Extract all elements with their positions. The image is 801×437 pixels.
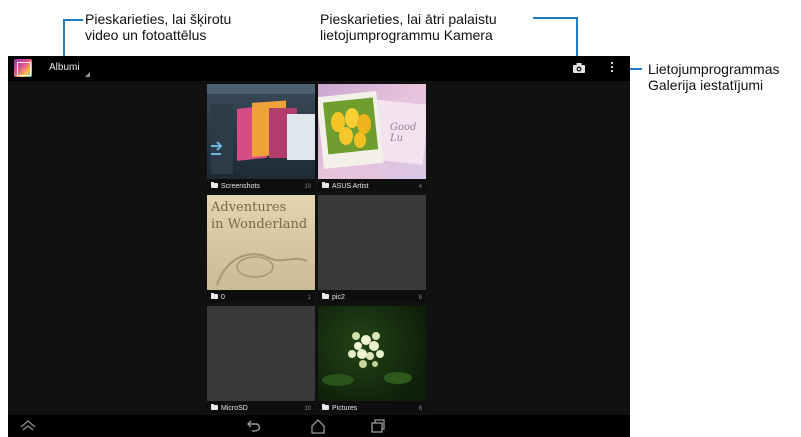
- callout-settings-text: Lietojumprogrammas Galerija iestatījumi: [648, 61, 780, 93]
- album-tile-screenshots[interactable]: Screenshots 10: [207, 84, 315, 191]
- album-name: 0: [221, 294, 225, 301]
- album-tile-pictures[interactable]: Pictures 8: [318, 306, 426, 413]
- album-name: ASUS Artist: [332, 183, 369, 190]
- album-thumbnail: Good Lu: [318, 84, 426, 179]
- album-count: 1: [307, 295, 311, 301]
- home-icon[interactable]: [310, 418, 326, 434]
- album-count: 10: [304, 184, 311, 190]
- callout-camera-line1: Pieskarieties, lai ātri palaistu: [320, 11, 497, 27]
- callout-albums-line-h: [63, 19, 83, 21]
- album-caption: MicroSD 10: [207, 401, 315, 413]
- album-name: pic2: [332, 294, 345, 301]
- album-caption: 0 1: [207, 290, 315, 302]
- camera-icon[interactable]: [573, 63, 585, 73]
- album-count: 4: [418, 184, 422, 190]
- gallery-screen: Albumi Screenshots 10 Good Lu ASUS Artis…: [8, 56, 630, 437]
- callout-camera-text: Pieskarieties, lai ātri palaistu lietoju…: [320, 11, 497, 43]
- album-caption: Pictures 8: [318, 401, 426, 413]
- album-tile-asus-artist[interactable]: Good Lu ASUS Artist 4: [318, 84, 426, 191]
- folder-icon: [211, 404, 218, 410]
- overflow-menu-icon[interactable]: [609, 62, 615, 75]
- callout-albums-text: Pieskarieties, lai šķirotu video un foto…: [85, 11, 231, 43]
- album-caption: Screenshots 10: [207, 179, 315, 191]
- folder-icon: [322, 293, 329, 299]
- callout-settings-line2: Galerija iestatījumi: [648, 77, 764, 93]
- album-count: 10: [304, 406, 311, 412]
- folder-icon: [322, 182, 329, 188]
- album-tile-0[interactable]: Adventures in Wonderland 0 1: [207, 195, 315, 302]
- album-thumbnail: Adventures in Wonderland: [207, 195, 315, 290]
- folder-icon: [211, 182, 218, 188]
- back-icon[interactable]: [246, 418, 262, 434]
- good-luck-text: Good Lu: [390, 122, 417, 144]
- callout-albums-line1: Pieskarieties, lai šķirotu: [85, 11, 232, 27]
- album-name: Screenshots: [221, 183, 260, 190]
- album-tile-pic2[interactable]: pic2 8: [318, 195, 426, 302]
- up-icon[interactable]: [20, 418, 36, 432]
- album-count: 8: [418, 406, 422, 412]
- album-caption: pic2 8: [318, 290, 426, 302]
- album-count: 8: [418, 295, 422, 301]
- folder-icon: [322, 404, 329, 410]
- callout-camera-line-h: [533, 17, 578, 19]
- callout-camera-line-v: [576, 17, 578, 59]
- callout-albums-line2: video un fotoattēlus: [85, 27, 207, 43]
- album-tile-microsd[interactable]: MicroSD 10: [207, 306, 315, 413]
- album-thumbnail: [207, 84, 315, 179]
- callout-albums-line-v: [63, 19, 65, 61]
- recent-apps-icon[interactable]: [370, 418, 386, 434]
- album-name: Pictures: [332, 405, 358, 412]
- gallery-app-icon[interactable]: [14, 59, 32, 77]
- album-caption: ASUS Artist 4: [318, 179, 426, 191]
- dropdown-indicator-icon: [85, 72, 90, 77]
- callout-settings-line1: Lietojumprogrammas: [648, 61, 780, 77]
- action-bar: Albumi: [8, 56, 630, 81]
- album-thumbnail: [318, 306, 426, 401]
- system-nav-bar: [8, 415, 630, 437]
- callout-camera-line2: lietojumprogrammu Kamera: [320, 27, 493, 43]
- folder-icon: [211, 293, 218, 299]
- albums-spinner[interactable]: Albumi: [49, 62, 80, 73]
- album-name: MicroSD: [221, 405, 248, 412]
